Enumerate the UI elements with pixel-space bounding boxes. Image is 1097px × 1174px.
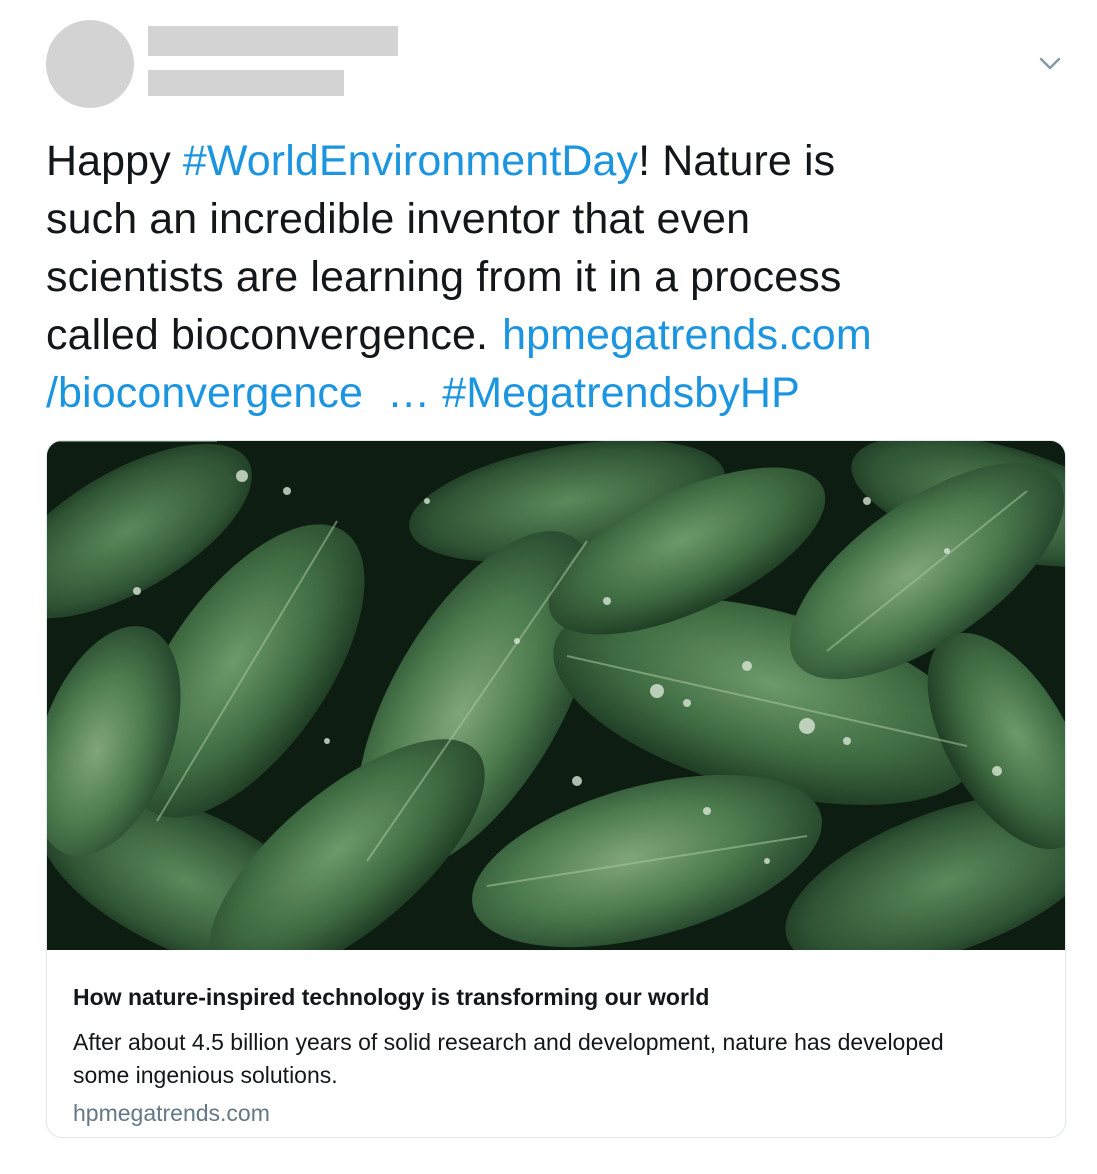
tweet-line-4: called bioconvergence. hpmegatrends.com bbox=[46, 306, 1046, 364]
tweet-text: Happy #WorldEnvironmentDay! Nature is su… bbox=[46, 132, 1046, 422]
card-description: After about 4.5 billion years of solid r… bbox=[73, 1029, 944, 1088]
handle-redacted[interactable] bbox=[148, 70, 344, 96]
link-card[interactable]: How nature-inspired technology is transf… bbox=[46, 440, 1066, 1138]
card-body: How nature-inspired technology is transf… bbox=[47, 950, 1065, 1137]
text-segment: ! Nature is bbox=[638, 137, 836, 185]
avatar[interactable] bbox=[46, 20, 134, 108]
text-segment: scientists are learning from it in a pro… bbox=[46, 253, 842, 301]
text-segment: Happy bbox=[46, 137, 183, 185]
leaves-photo bbox=[47, 441, 1065, 950]
card-domain[interactable]: hpmegatrends.com bbox=[73, 1100, 270, 1127]
tweet-line-2: such an incredible inventor that even bbox=[46, 190, 1046, 248]
url-link-part2[interactable]: /bioconvergence bbox=[46, 369, 363, 417]
hashtag-link-megatrends[interactable]: … #MegatrendsbyHP bbox=[387, 369, 800, 417]
tweet: Happy #WorldEnvironmentDay! Nature is su… bbox=[0, 0, 1097, 1174]
display-name-redacted[interactable] bbox=[148, 26, 398, 56]
url-link-part1[interactable]: hpmegatrends.com bbox=[502, 311, 872, 359]
text-segment: such an incredible inventor that even bbox=[46, 195, 751, 243]
text-segment: called bioconvergence. bbox=[46, 311, 489, 359]
chevron-down-icon[interactable] bbox=[1036, 52, 1064, 76]
tweet-line-3: scientists are learning from it in a pro… bbox=[46, 248, 1046, 306]
hashtag-link[interactable]: #WorldEnvironmentDay bbox=[183, 137, 638, 185]
tweet-line-5: /bioconvergence … #MegatrendsbyHP bbox=[46, 364, 1046, 422]
card-title[interactable]: How nature-inspired technology is transf… bbox=[73, 984, 709, 1011]
tweet-line-1: Happy #WorldEnvironmentDay! Nature is bbox=[46, 132, 1046, 190]
